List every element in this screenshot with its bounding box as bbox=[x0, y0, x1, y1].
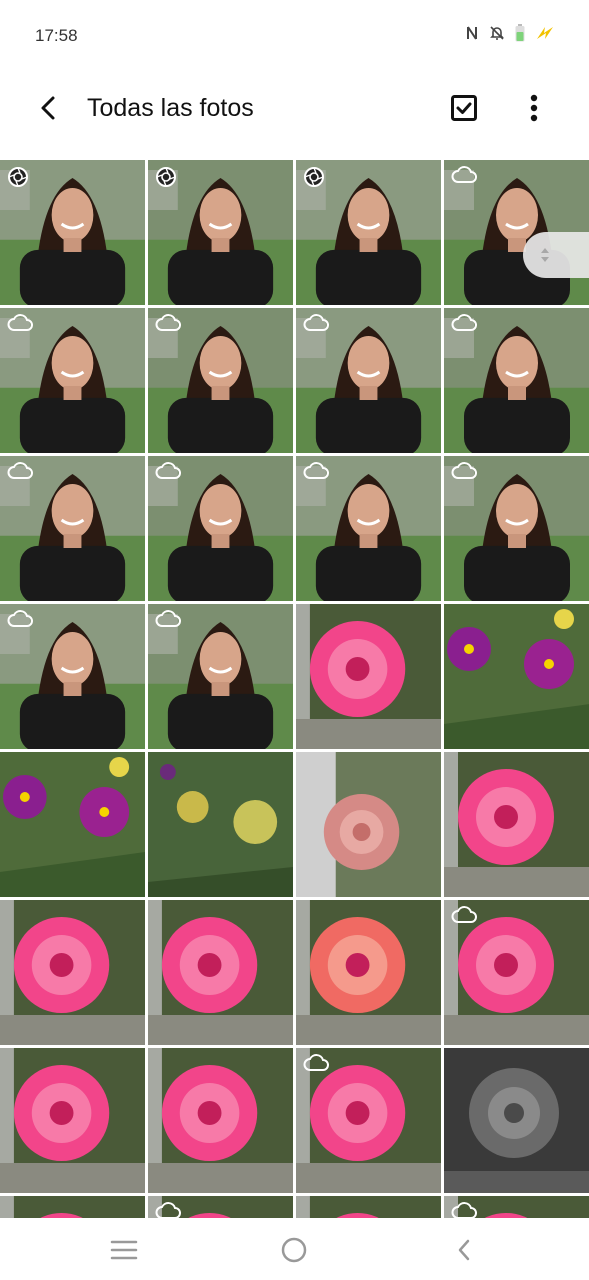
photo-thumbnail[interactable] bbox=[444, 456, 589, 601]
back-arrow-icon bbox=[41, 96, 55, 120]
cloud-icon bbox=[303, 1054, 329, 1077]
photo-thumbnail[interactable] bbox=[0, 1196, 145, 1218]
petunia-photo bbox=[0, 752, 145, 897]
navigation-bar bbox=[0, 1218, 589, 1280]
more-options-button[interactable] bbox=[516, 90, 552, 126]
cloud-icon bbox=[303, 314, 329, 337]
back-button[interactable] bbox=[30, 90, 66, 126]
battery-icon bbox=[515, 24, 525, 42]
rose-photo bbox=[148, 1048, 293, 1193]
photo-thumbnail[interactable] bbox=[296, 752, 441, 897]
photo-thumbnail[interactable] bbox=[148, 308, 293, 453]
cloud-icon bbox=[155, 1202, 181, 1218]
photo-thumbnail[interactable] bbox=[148, 456, 293, 601]
recents-icon bbox=[110, 1240, 138, 1260]
rose-photo bbox=[0, 1048, 145, 1193]
select-checkbox-icon bbox=[451, 95, 477, 121]
rose-photo bbox=[444, 752, 589, 897]
photo-thumbnail[interactable] bbox=[444, 752, 589, 897]
photo-thumbnail[interactable] bbox=[148, 752, 293, 897]
cloud-icon bbox=[451, 906, 477, 929]
rose-photo bbox=[296, 1196, 441, 1218]
home-button[interactable] bbox=[278, 1234, 310, 1266]
photo-thumbnail[interactable] bbox=[0, 308, 145, 453]
nav-back-button[interactable] bbox=[448, 1234, 480, 1266]
photo-thumbnail[interactable] bbox=[296, 900, 441, 1045]
photo-thumbnail[interactable] bbox=[0, 604, 145, 749]
scroll-handle-icon bbox=[541, 248, 549, 262]
photo-thumbnail[interactable] bbox=[148, 160, 293, 305]
app-bar: Todas las fotos bbox=[0, 72, 589, 152]
photo-thumbnail[interactable] bbox=[444, 1196, 589, 1218]
rose-photo bbox=[148, 900, 293, 1045]
cloud-icon bbox=[155, 610, 181, 633]
photo-thumbnail[interactable] bbox=[296, 604, 441, 749]
rose-coral-photo bbox=[296, 900, 441, 1045]
photo-thumbnail[interactable] bbox=[444, 604, 589, 749]
cloud-icon bbox=[451, 314, 477, 337]
photo-thumbnail[interactable] bbox=[296, 308, 441, 453]
cloud-icon bbox=[155, 314, 181, 337]
photo-thumbnail[interactable] bbox=[148, 900, 293, 1045]
recents-button[interactable] bbox=[108, 1234, 140, 1266]
photo-thumbnail[interactable] bbox=[296, 160, 441, 305]
charging-icon bbox=[537, 27, 553, 39]
cloud-icon bbox=[7, 462, 33, 485]
photo-thumbnail[interactable] bbox=[296, 1048, 441, 1193]
bell-off-icon bbox=[490, 26, 504, 40]
yellow-flowers-photo bbox=[148, 752, 293, 897]
photo-thumbnail[interactable] bbox=[0, 456, 145, 601]
petunia-photo bbox=[444, 604, 589, 749]
cloud-icon bbox=[303, 462, 329, 485]
cloud-icon bbox=[451, 462, 477, 485]
photo-thumbnail[interactable] bbox=[444, 1048, 589, 1193]
nfc-icon bbox=[467, 26, 477, 40]
status-icons bbox=[465, 24, 555, 42]
rose-photo bbox=[0, 900, 145, 1045]
portrait-mode-icon bbox=[303, 166, 325, 193]
cloud-icon bbox=[451, 1202, 477, 1218]
photo-thumbnail[interactable] bbox=[0, 900, 145, 1045]
cloud-icon bbox=[7, 314, 33, 337]
rose-bw-photo bbox=[444, 1048, 589, 1193]
cloud-icon bbox=[155, 462, 181, 485]
photo-grid bbox=[0, 160, 589, 1218]
photo-thumbnail[interactable] bbox=[0, 1048, 145, 1193]
photo-thumbnail[interactable] bbox=[0, 160, 145, 305]
nav-back-icon bbox=[458, 1239, 470, 1261]
photo-thumbnail[interactable] bbox=[296, 456, 441, 601]
photo-thumbnail[interactable] bbox=[296, 1196, 441, 1218]
fast-scroll-handle[interactable] bbox=[523, 232, 589, 278]
photo-thumbnail[interactable] bbox=[444, 308, 589, 453]
more-vert-icon bbox=[530, 94, 538, 122]
peach-rose-photo bbox=[296, 752, 441, 897]
photo-thumbnail[interactable] bbox=[0, 752, 145, 897]
photo-thumbnail[interactable] bbox=[444, 900, 589, 1045]
photo-thumbnail[interactable] bbox=[148, 604, 293, 749]
rose-photo bbox=[296, 604, 441, 749]
photo-thumbnail[interactable] bbox=[148, 1048, 293, 1193]
status-time: 17:58 bbox=[35, 26, 78, 45]
select-button[interactable] bbox=[446, 90, 482, 126]
rose-photo bbox=[0, 1196, 145, 1218]
photo-thumbnail[interactable] bbox=[148, 1196, 293, 1218]
home-icon bbox=[281, 1237, 307, 1263]
cloud-icon bbox=[451, 166, 477, 189]
portrait-mode-icon bbox=[7, 166, 29, 193]
page-title: Todas las fotos bbox=[87, 94, 254, 122]
portrait-mode-icon bbox=[155, 166, 177, 193]
cloud-icon bbox=[7, 610, 33, 633]
status-bar: 17:58 bbox=[0, 0, 589, 72]
